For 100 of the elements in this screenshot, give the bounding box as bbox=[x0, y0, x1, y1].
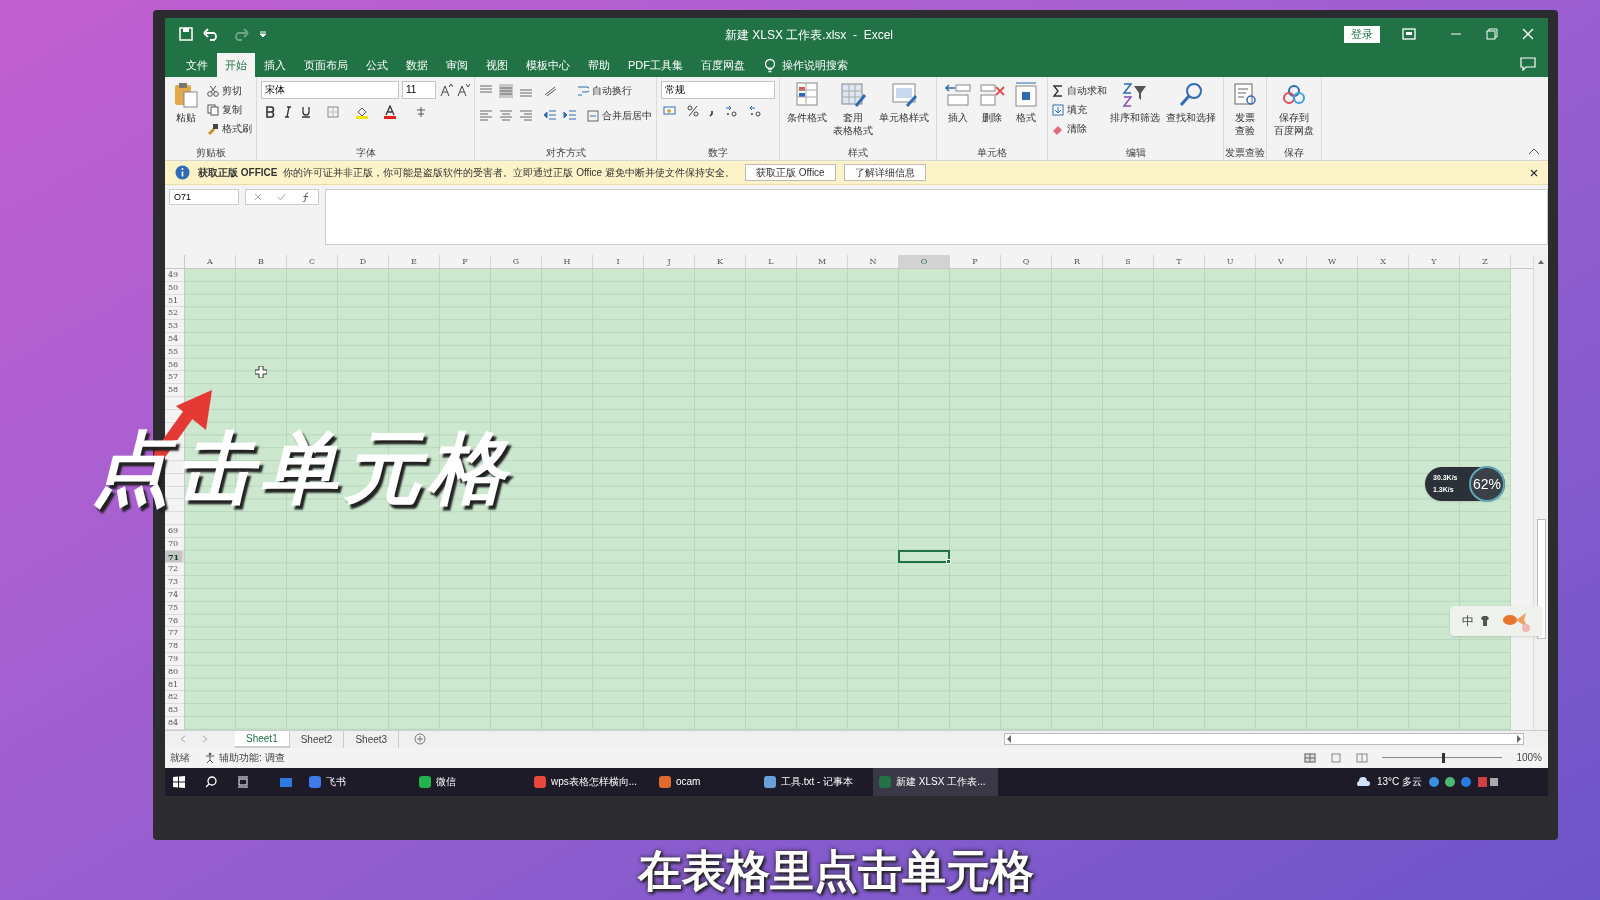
row-header[interactable]: 58 bbox=[165, 384, 184, 397]
middle-align-icon[interactable] bbox=[499, 83, 513, 98]
sheet-tab[interactable]: Sheet3 bbox=[344, 730, 400, 748]
ribbon-button[interactable]: 排序和筛选 bbox=[1107, 81, 1163, 145]
row-header[interactable]: 52 bbox=[165, 307, 184, 321]
row-header[interactable]: 83 bbox=[165, 704, 184, 717]
column-header[interactable]: S bbox=[1103, 255, 1154, 268]
ribbon-button[interactable]: 查找和选择 bbox=[1163, 81, 1219, 145]
column-header[interactable]: H bbox=[542, 255, 593, 268]
menu-tab[interactable]: 公式 bbox=[357, 53, 397, 77]
row-header[interactable]: 84 bbox=[165, 716, 184, 730]
zoom-percentage[interactable]: 100% bbox=[1516, 750, 1542, 766]
fill-color-icon[interactable] bbox=[355, 105, 369, 119]
orientation-icon[interactable] bbox=[543, 84, 559, 97]
ribbon-button[interactable]: 剪切 bbox=[207, 81, 252, 100]
formula-field[interactable] bbox=[325, 189, 1548, 245]
sheet-tab[interactable]: Sheet2 bbox=[289, 730, 345, 748]
weather-text[interactable]: 13°C 多云 bbox=[1376, 774, 1422, 790]
accessibility-status[interactable]: 辅助功能: 调查 bbox=[219, 750, 285, 766]
horizontal-scrollbar[interactable] bbox=[1004, 733, 1525, 746]
ribbon-button[interactable]: 删除 bbox=[975, 81, 1009, 145]
column-header[interactable]: F bbox=[440, 255, 491, 268]
ribbon-button[interactable]: 保存到 百度网盘 bbox=[1271, 81, 1317, 145]
row-header[interactable]: 69 bbox=[165, 524, 184, 538]
menu-tab[interactable]: 百度网盘 bbox=[692, 53, 754, 77]
shrink-font-icon[interactable] bbox=[456, 83, 470, 97]
column-header[interactable]: T bbox=[1154, 255, 1205, 268]
row-header[interactable]: 49 bbox=[165, 269, 184, 282]
column-header[interactable]: J bbox=[644, 255, 695, 268]
scroll-right-icon[interactable] bbox=[1515, 734, 1524, 745]
decrease-indent-icon[interactable] bbox=[543, 108, 557, 123]
column-header[interactable]: W bbox=[1307, 255, 1358, 268]
font-color-icon[interactable] bbox=[383, 105, 397, 119]
row-header[interactable]: 81 bbox=[165, 678, 184, 692]
close-icon[interactable] bbox=[1530, 168, 1538, 177]
search-icon[interactable] bbox=[205, 775, 217, 788]
currency-icon[interactable] bbox=[663, 105, 677, 117]
number-format-field[interactable]: 常规 bbox=[661, 81, 775, 99]
selected-cell[interactable] bbox=[898, 549, 950, 564]
row-header[interactable]: 70 bbox=[165, 537, 184, 551]
column-header[interactable]: Z bbox=[1460, 255, 1511, 268]
column-header[interactable]: R bbox=[1052, 255, 1103, 268]
column-header[interactable]: L bbox=[746, 255, 797, 268]
function-icon[interactable] bbox=[300, 192, 311, 202]
ribbon-button[interactable]: 复制 bbox=[207, 100, 252, 119]
add-sheet-icon[interactable] bbox=[414, 733, 427, 746]
login-button[interactable]: 登录 bbox=[1344, 25, 1380, 43]
column-header[interactable]: O bbox=[899, 255, 950, 268]
column-header[interactable]: C bbox=[287, 255, 338, 268]
restore-icon[interactable] bbox=[1486, 28, 1498, 40]
row-header[interactable]: 54 bbox=[165, 333, 184, 346]
increase-decimal-icon[interactable] bbox=[725, 105, 739, 117]
menu-tab[interactable]: 文件 bbox=[177, 53, 217, 77]
column-header[interactable]: Q bbox=[1001, 255, 1052, 268]
ime-mode[interactable]: 中 bbox=[1462, 612, 1474, 630]
bold-icon[interactable] bbox=[265, 106, 275, 118]
row-header[interactable]: 74 bbox=[165, 588, 184, 602]
column-header[interactable]: G bbox=[491, 255, 542, 268]
comment-icon[interactable] bbox=[1520, 57, 1536, 71]
lightbulb-icon[interactable] bbox=[764, 57, 776, 73]
column-header[interactable]: I bbox=[593, 255, 644, 268]
vertical-scrollbar[interactable] bbox=[1533, 255, 1548, 730]
row-header[interactable]: 72 bbox=[165, 563, 184, 577]
collapse-ribbon-icon[interactable] bbox=[1528, 147, 1540, 155]
italic-icon[interactable] bbox=[283, 106, 293, 118]
column-header[interactable]: X bbox=[1358, 255, 1409, 268]
taskbar-app[interactable]: 飞书 bbox=[303, 767, 413, 796]
column-header[interactable]: A bbox=[185, 255, 236, 268]
row-header[interactable]: 55 bbox=[165, 345, 184, 359]
name-box[interactable]: O71 bbox=[169, 189, 239, 205]
font-size-field[interactable]: 11 bbox=[402, 81, 436, 99]
ribbon-button[interactable]: 格式刷 bbox=[207, 119, 252, 138]
menu-tab[interactable]: 审阅 bbox=[437, 53, 477, 77]
column-header[interactable]: B bbox=[236, 255, 287, 268]
taskbar-app[interactable]: 工具.txt - 记事本 bbox=[758, 767, 873, 796]
ribbon-display-icon[interactable] bbox=[1402, 28, 1416, 40]
ribbon-button[interactable]: 单元格样式 bbox=[876, 81, 932, 145]
ribbon-button[interactable]: 粘贴 bbox=[169, 81, 203, 145]
decrease-decimal-icon[interactable] bbox=[749, 105, 763, 117]
zoom-slider[interactable] bbox=[1382, 752, 1503, 763]
row-header[interactable]: 80 bbox=[165, 665, 184, 679]
windows-icon[interactable] bbox=[173, 775, 185, 788]
row-header[interactable]: 82 bbox=[165, 691, 184, 705]
ribbon-button[interactable]: 填充 bbox=[1052, 100, 1107, 119]
taskbar-app[interactable]: 微信 bbox=[413, 767, 528, 796]
underline-icon[interactable] bbox=[301, 106, 311, 118]
row-header[interactable]: 50 bbox=[165, 281, 184, 295]
menu-tab[interactable]: 模板中心 bbox=[517, 53, 579, 77]
column-header[interactable]: V bbox=[1256, 255, 1307, 268]
row-header[interactable]: 76 bbox=[165, 614, 184, 628]
taskbar-app[interactable]: ocam bbox=[653, 767, 758, 796]
column-header[interactable]: D bbox=[338, 255, 389, 268]
info-button[interactable]: 了解详细信息 bbox=[843, 164, 926, 181]
sheet-tab[interactable]: Sheet1 bbox=[235, 730, 290, 748]
taskbar-app[interactable]: 新建 XLSX 工作表... bbox=[873, 767, 998, 796]
save-icon[interactable] bbox=[179, 27, 193, 41]
row-header[interactable]: 79 bbox=[165, 652, 184, 666]
font-name-field[interactable]: 宋体 bbox=[261, 81, 399, 99]
row-header[interactable]: 75 bbox=[165, 601, 184, 615]
ribbon-button[interactable]: 发票 查验 bbox=[1228, 81, 1262, 145]
